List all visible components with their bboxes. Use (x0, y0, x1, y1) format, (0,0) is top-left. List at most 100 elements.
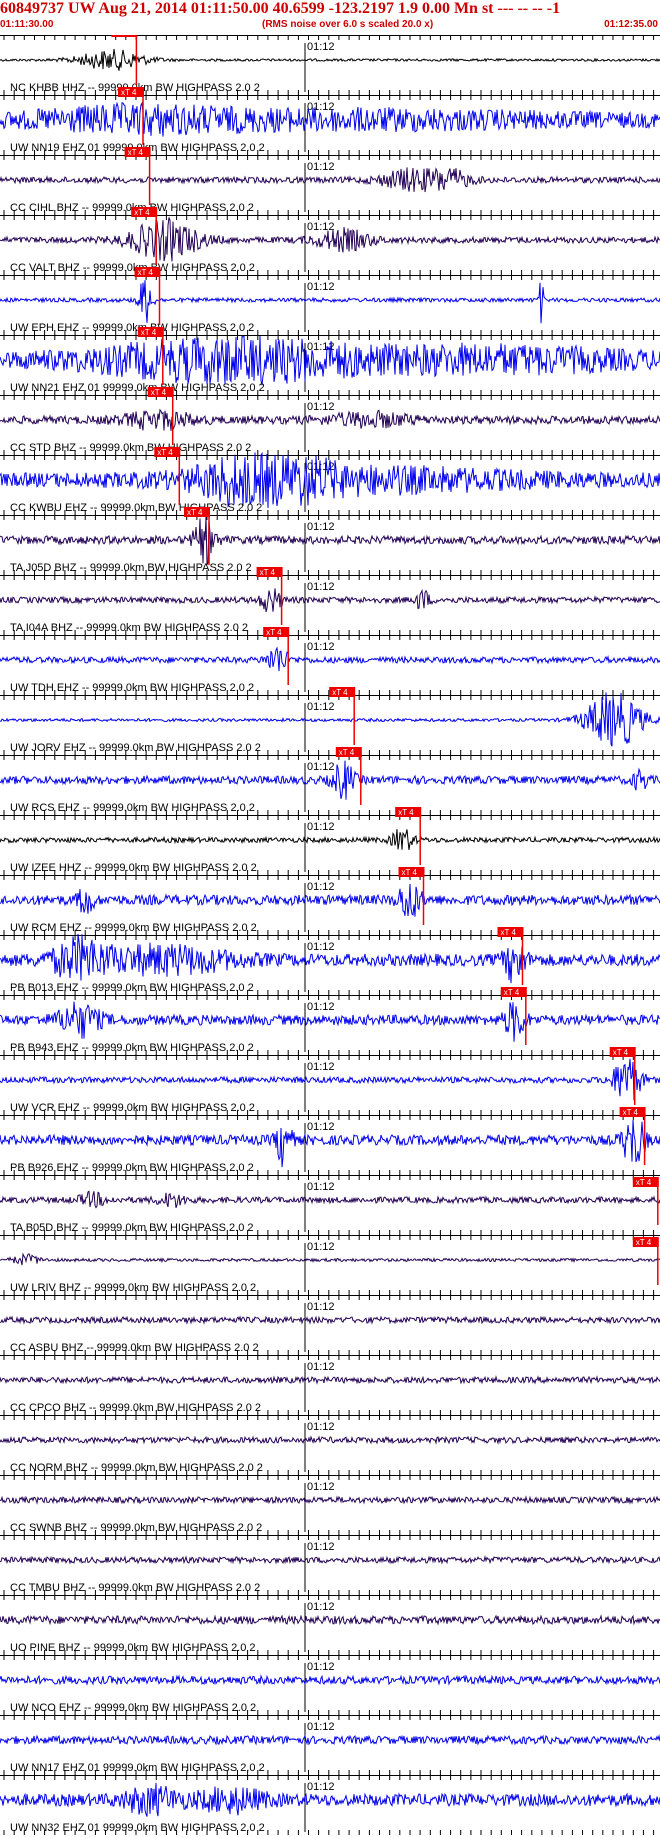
channel-label: UW NCO EHZ -- 99999.0km BW HIGHPASS 2.0 … (10, 1702, 256, 1714)
pick-label: xT 4 (260, 568, 276, 577)
channel-label: UW NN21 EHZ 01 99999.0km BW HIGHPASS 2.0… (10, 382, 265, 394)
window-start-time: 01:11:30.00 (0, 19, 54, 30)
pick-label: xT 4 (339, 748, 355, 757)
pick-label: xT 4 (138, 268, 154, 277)
minute-marker-label: 01:12 (307, 161, 335, 173)
trace-row: 01:12 PB B943 EHZ -- 99999.0km BW HIGHPAS… (0, 987, 660, 1055)
trace-row: 01:12 UW LRIV BHZ -- 99999.0km BW HIGHPAS… (0, 1235, 660, 1295)
trace-row: 01:12 UW TDH EHZ -- 99999.0km BW HIGHPASS… (0, 627, 660, 695)
minute-marker-label: 01:12 (307, 641, 335, 653)
pick-label: xT 4 (128, 148, 144, 157)
channel-label: PB B943 EHZ -- 99999.0km BW HIGHPASS 2.0… (10, 1042, 254, 1054)
minute-marker-label: 01:12 (307, 881, 335, 893)
trace-row: 01:12 UW VCR EHZ -- 99999.0km BW HIGHPASS… (0, 1047, 660, 1115)
channel-label: CC KWBU EHZ -- 99999.0km BW HIGHPASS 2.0… (10, 502, 262, 514)
minute-marker-label: 01:12 (307, 1241, 335, 1253)
trace-row: 01:12 UW RCM EHZ -- 99999.0km BW HIGHPASS… (0, 867, 660, 935)
pick-label: xT 4 (504, 988, 520, 997)
waveform (0, 1734, 660, 1746)
pick-label: xT 4 (636, 1178, 652, 1187)
waveform (0, 1190, 660, 1209)
pick-label: xT 4 (636, 1238, 652, 1247)
channel-label: UW TDH EHZ -- 99999.0km BW HIGHPASS 2.0 … (10, 682, 254, 694)
pick-label: xT 4 (501, 928, 517, 937)
pick-label: xT 4 (141, 328, 157, 337)
trace-row: 01:12 TA J05D BHZ -- 99999.0km BW HIGHPAS… (0, 507, 660, 575)
trace-row: 01:12 UO PINE BHZ -- 99999.0km BW HIGHPAS… (0, 1595, 660, 1655)
waveform (0, 408, 660, 431)
waveform (0, 1674, 660, 1686)
channel-label: UW LRIV BHZ -- 99999.0km BW HIGHPASS 2.0… (10, 1282, 256, 1294)
pick-label: xT 4 (398, 808, 414, 817)
minute-marker-label: 01:12 (307, 1541, 335, 1553)
trace-row: 01:12 CC NORM BHZ -- 99999.0km BW HIGHPAS… (0, 1415, 660, 1475)
channel-label: TA I04A BHZ -- 99999.0km BW HIGHPASS 2.0… (10, 622, 248, 634)
pick-label: xT 4 (402, 868, 418, 877)
minute-marker-label: 01:12 (307, 221, 335, 233)
waveform (0, 1375, 660, 1385)
channel-label: UW RCS EHZ -- 99999.0km BW HIGHPASS 2.0 … (10, 802, 255, 814)
minute-marker-label: 01:12 (307, 701, 335, 713)
trace-row: 01:12 CC VALT BHZ -- 99999.0km BW HIGHPAS… (0, 207, 660, 275)
channel-label: UW RCM EHZ -- 99999.0km BW HIGHPASS 2.0 … (10, 922, 257, 934)
minute-marker-label: 01:12 (307, 1721, 335, 1733)
minute-marker-label: 01:12 (307, 1181, 335, 1193)
pick-label: xT 4 (623, 1108, 639, 1117)
minute-marker-label: 01:12 (307, 281, 335, 293)
waveform (0, 1435, 660, 1445)
channel-label: PB B013 EHZ -- 99999.0km BW HIGHPASS 2.0… (10, 982, 254, 994)
channel-label: UW VCR EHZ -- 99999.0km BW HIGHPASS 2.0 … (10, 1102, 255, 1114)
minute-marker-label: 01:12 (307, 1361, 335, 1373)
minute-marker-label: 01:12 (307, 1061, 335, 1073)
channel-label: CC SWNB BHZ -- 99999.0km BW HIGHPASS 2.0… (10, 1522, 262, 1534)
minute-marker-label: 01:12 (307, 1601, 335, 1613)
channel-label: PB B926 EHZ -- 99999.0km BW HIGHPASS 2.0… (10, 1162, 254, 1174)
minute-marker-label: 01:12 (307, 1121, 335, 1133)
minute-marker-label: 01:12 (307, 521, 335, 533)
minute-marker-label: 01:12 (307, 1001, 335, 1013)
trace-row: 01:12 CC TMBU BHZ -- 99999.0km BW HIGHPAS… (0, 1535, 660, 1595)
trace-row: 01:12UW NN21 EHZ 01 99999.0km BW HIGHPAS… (0, 327, 660, 395)
trace-row: 01:12CC CIHL BHZ -- 99999.0km BW HIGHPAS… (0, 147, 660, 215)
channel-label: CC ASBU BHZ -- 99999.0km BW HIGHPASS 2.0… (10, 1342, 259, 1354)
minute-marker-label: 01:12 (307, 1301, 335, 1313)
waveform (0, 1495, 660, 1505)
channel-label: UW NN17 EHZ 01 99999.0km BW HIGHPASS 2.0… (10, 1762, 265, 1774)
channel-label: CC CPCO BHZ -- 99999.0km BW HIGHPASS 2.0… (10, 1402, 261, 1414)
pick-label: xT 4 (114, 35, 130, 37)
waveform (0, 1614, 660, 1626)
channel-label: CC NORM BHZ -- 99999.0km BW HIGHPASS 2.0… (10, 1462, 263, 1474)
pick-label: xT 4 (134, 208, 150, 217)
minute-marker-label: 01:12 (307, 1661, 335, 1673)
channel-label: UW IZEE HHZ -- 99999.0km BW HIGHPASS 2.0… (10, 862, 257, 874)
minute-marker-label: 01:12 (307, 41, 335, 53)
trace-row: 01:12 PB B013 EHZ -- 99999.0km BW HIGHPAS… (0, 927, 660, 995)
trace-row: 01:12 UW JORV EHZ -- 99999.0km BW HIGHPAS… (0, 687, 660, 755)
trace-row: 01:12 UW IZEE HHZ -- 99999.0km BW HIGHPAS… (0, 807, 660, 875)
trace-row: 01:12 TA B05D BHZ -- 99999.0km BW HIGHPAS… (0, 1175, 660, 1235)
trace-row: 01:12 UW NN32 EHZ 01 99999.0km BW HIGHPAS… (0, 1775, 660, 1835)
minute-marker-label: 01:12 (307, 1481, 335, 1493)
minute-marker-label: 01:12 (307, 581, 335, 593)
pick-label: xT 4 (121, 88, 137, 97)
channel-label: UW JORV EHZ -- 99999.0km BW HIGHPASS 2.0… (10, 742, 261, 754)
pick-label: xT 4 (266, 628, 282, 637)
trace-row: 01:12UW NN19 EHZ 01 99999.0km BW HIGHPAS… (0, 87, 660, 155)
pick-label: xT 4 (187, 508, 203, 517)
minute-marker-label: 01:12 (307, 761, 335, 773)
trace-row: 01:12 CC SWNB BHZ -- 99999.0km BW HIGHPAS… (0, 1475, 660, 1535)
minute-marker-label: 01:12 (307, 941, 335, 953)
channel-label: CC VALT BHZ -- 99999.0km BW HIGHPASS 2.0… (10, 262, 255, 274)
pick-label: xT 4 (332, 688, 348, 697)
trace-row: 01:12 TA I04A BHZ -- 99999.0km BW HIGHPAS… (0, 567, 660, 635)
minute-marker-label: 01:12 (307, 1421, 335, 1433)
pick-label: xT 4 (613, 1048, 629, 1057)
trace-row: 01:12 UW EPH EHZ -- 99999.0km BW HIGHPASS… (0, 267, 660, 335)
seismogram-panel: 01:12NC KHBB HHZ -- 99999.0km BW HIGHPAS… (0, 35, 660, 1835)
minute-marker-label: 01:12 (307, 101, 335, 113)
trace-row: 01:12 CC STD BHZ -- 99999.0km BW HIGHPASS… (0, 387, 660, 455)
channel-label: TA B05D BHZ -- 99999.0km BW HIGHPASS 2.0… (10, 1222, 254, 1234)
minute-marker-label: 01:12 (307, 401, 335, 413)
waveform (0, 1252, 660, 1266)
trace-row: 01:12 CC ASBU BHZ -- 99999.0km BW HIGHPAS… (0, 1295, 660, 1355)
